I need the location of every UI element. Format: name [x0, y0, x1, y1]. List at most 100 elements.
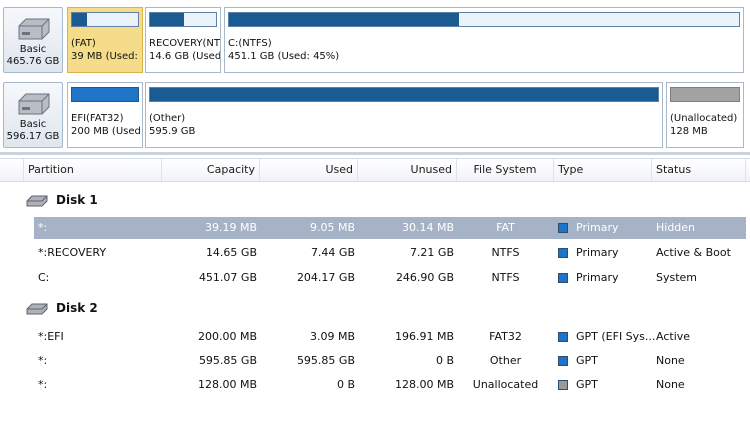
- table-row[interactable]: *:EFI 200.00 MB 3.09 MB 196.91 MB FAT32 …: [0, 326, 750, 348]
- partition-block-fat[interactable]: (FAT) 39 MB (Used: :: [67, 7, 143, 73]
- partition-label: C:(NTFS): [228, 38, 272, 49]
- usage-bar: [149, 12, 217, 27]
- cell-capacity: 451.07 GB: [198, 271, 257, 284]
- cell-status: System: [656, 271, 698, 284]
- usage-fill: [150, 13, 184, 26]
- cell-used: 595.85 GB: [296, 354, 355, 367]
- cell-type: Primary: [576, 221, 619, 234]
- cell-file-system: Unallocated: [472, 378, 539, 391]
- cell-used: 0 B: [336, 378, 355, 391]
- usage-fill: [72, 88, 74, 101]
- cell-file-system: FAT32: [489, 330, 522, 343]
- disk-1-info[interactable]: Basic 465.76 GB: [3, 7, 63, 73]
- column-header-type[interactable]: Type: [554, 159, 652, 181]
- partition-label: (FAT): [71, 38, 96, 49]
- cell-partition: *:: [38, 221, 48, 234]
- partition-block-unallocated[interactable]: (Unallocated) 128 MB: [666, 82, 744, 148]
- partition-type-color-square: [558, 273, 568, 283]
- cell-status: Active: [656, 330, 691, 343]
- table-row[interactable]: *: 595.85 GB 595.85 GB 0 B Other GPT Non…: [0, 350, 750, 372]
- cell-capacity: 39.19 MB: [204, 221, 257, 234]
- cell-status: Hidden: [656, 221, 696, 234]
- cell-capacity: 14.65 GB: [205, 246, 257, 259]
- disk-type-label: Basic: [19, 44, 47, 55]
- disk-type-label: Basic: [19, 119, 47, 130]
- partition-type-color-square: [558, 248, 568, 258]
- disk-group-name: Disk 2: [56, 301, 98, 315]
- partition-table-header: Partition Capacity Used Unused File Syst…: [0, 158, 750, 182]
- column-header-capacity[interactable]: Capacity: [162, 159, 260, 181]
- partition-info: 200 MB (Used:: [71, 126, 143, 137]
- hard-disk-icon: [18, 93, 50, 115]
- partition-block-efi[interactable]: EFI(FAT32) 200 MB (Used:: [67, 82, 143, 148]
- column-header-spacer: [0, 159, 24, 181]
- cell-unused: 246.90 GB: [395, 271, 454, 284]
- cell-type: Primary: [576, 246, 619, 259]
- cell-partition: *:RECOVERY: [38, 246, 107, 259]
- disk-size-label: 596.17 GB: [6, 131, 60, 142]
- partition-label: EFI(FAT32): [71, 113, 124, 124]
- usage-fill: [229, 13, 459, 26]
- cell-capacity: 200.00 MB: [197, 330, 257, 343]
- usage-bar: [228, 12, 740, 27]
- cell-file-system: FAT: [496, 221, 515, 234]
- cell-status: None: [656, 378, 685, 391]
- column-header-file-system[interactable]: File System: [457, 159, 554, 181]
- partition-type-color-square: [558, 356, 568, 366]
- partition-block-other[interactable]: (Other) 595.9 GB: [145, 82, 663, 148]
- column-header-partition[interactable]: Partition: [24, 159, 162, 181]
- disk-map: Basic 465.76 GB (FAT) 39 MB (Used: : REC…: [0, 0, 750, 152]
- partition-block-recovery[interactable]: RECOVERY(NT 14.6 GB (Used: [145, 7, 221, 73]
- cell-unused: 128.00 MB: [394, 378, 454, 391]
- partition-type-color-square: [558, 332, 568, 342]
- disk-icon: [26, 303, 48, 315]
- pane-divider[interactable]: [0, 152, 750, 155]
- cell-used: 204.17 GB: [296, 271, 355, 284]
- usage-fill: [72, 13, 88, 26]
- disk-group-name: Disk 1: [56, 193, 98, 207]
- cell-file-system: NTFS: [491, 271, 520, 284]
- cell-unused: 0 B: [435, 354, 454, 367]
- cell-unused: 30.14 MB: [401, 221, 454, 234]
- disk-1-map-row: Basic 465.76 GB (FAT) 39 MB (Used: : REC…: [0, 7, 750, 73]
- hard-disk-icon: [18, 18, 50, 40]
- usage-bar: [71, 12, 139, 27]
- table-row[interactable]: *:RECOVERY 14.65 GB 7.44 GB 7.21 GB NTFS…: [0, 242, 750, 264]
- cell-status: None: [656, 354, 685, 367]
- cell-file-system: NTFS: [491, 246, 520, 259]
- partition-info: 451.1 GB (Used: 45%): [228, 51, 340, 62]
- usage-bar: [71, 87, 139, 102]
- column-header-unused[interactable]: Unused: [358, 159, 457, 181]
- table-row[interactable]: *: 128.00 MB 0 B 128.00 MB Unallocated G…: [0, 374, 750, 396]
- disk-2-map-row: Basic 596.17 GB EFI(FAT32) 200 MB (Used:…: [0, 82, 750, 148]
- usage-fill: [150, 88, 658, 101]
- disk-2-info[interactable]: Basic 596.17 GB: [3, 82, 63, 148]
- cell-partition: *:: [38, 378, 48, 391]
- column-header-used[interactable]: Used: [260, 159, 358, 181]
- cell-used: 7.44 GB: [310, 246, 355, 259]
- cell-type: GPT: [576, 378, 598, 391]
- cell-capacity: 595.85 GB: [198, 354, 257, 367]
- partition-info: 39 MB (Used: :: [71, 51, 143, 62]
- cell-status: Active & Boot: [656, 246, 731, 259]
- partition-label: RECOVERY(NT: [149, 38, 221, 49]
- partition-label: (Other): [149, 113, 186, 124]
- cell-partition: *:: [38, 354, 48, 367]
- column-header-status[interactable]: Status: [652, 159, 746, 181]
- table-row[interactable]: *: 39.19 MB 9.05 MB 30.14 MB FAT Primary…: [0, 217, 750, 239]
- usage-bar: [670, 87, 740, 102]
- partition-info: 128 MB: [670, 126, 708, 137]
- table-row[interactable]: C: 451.07 GB 204.17 GB 246.90 GB NTFS Pr…: [0, 267, 750, 289]
- cell-type: GPT: [576, 354, 598, 367]
- partition-label: (Unallocated): [670, 113, 738, 124]
- cell-type: GPT (EFI Sys...: [576, 330, 656, 343]
- cell-partition: C:: [38, 271, 50, 284]
- partition-info: 595.9 GB: [149, 126, 196, 137]
- cell-partition: *:EFI: [38, 330, 64, 343]
- partition-block-c[interactable]: C:(NTFS) 451.1 GB (Used: 45%): [224, 7, 744, 73]
- cell-unused: 196.91 MB: [394, 330, 454, 343]
- partition-info: 14.6 GB (Used: [149, 51, 221, 62]
- cell-used: 3.09 MB: [309, 330, 355, 343]
- cell-type: Primary: [576, 271, 619, 284]
- partition-type-color-square: [558, 223, 568, 233]
